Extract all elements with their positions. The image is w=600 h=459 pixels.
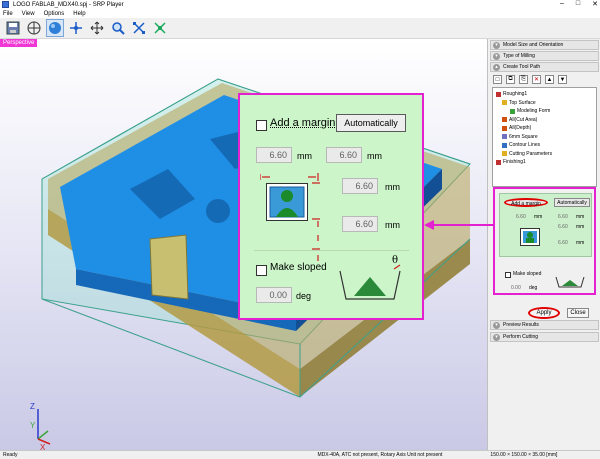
- toolbar: [0, 18, 600, 39]
- status-bar: Ready MDX-40A, ATC not present, Rotary A…: [0, 450, 600, 459]
- window-title: LOGO FABLAB_MDX40.spj - SRP Player: [13, 1, 124, 8]
- tree-item-contour-lines[interactable]: Contour Lines: [496, 141, 593, 150]
- unit-small-2: mm: [576, 214, 585, 220]
- pan-icon[interactable]: [88, 19, 106, 37]
- section-create-tool-path[interactable]: ▴ Create Tool Path: [490, 62, 599, 72]
- section-type-of-milling[interactable]: ▾ Type of Milling: [490, 51, 599, 61]
- paste-icon[interactable]: ⎘: [519, 75, 528, 84]
- tree-item-modeling-form[interactable]: Modeling Form: [496, 107, 593, 116]
- save-icon[interactable]: [4, 19, 22, 37]
- margin-diagram-small: [520, 228, 540, 246]
- status-size: 150.00 × 150.00 × 35.00 [mm]: [490, 452, 558, 458]
- margin-settings-small: Add a margin Automatically 6.60 mm 6.60 …: [499, 193, 592, 257]
- title-bar: LOGO FABLAB_MDX40.spj - SRP Player – □ ✕: [0, 0, 600, 9]
- menu-view[interactable]: View: [22, 11, 35, 17]
- margin-bottom-field[interactable]: 6.60: [342, 216, 378, 232]
- unit-small-4: mm: [576, 240, 585, 246]
- expand-icon: ▾: [493, 321, 500, 329]
- sphere-view-icon[interactable]: [46, 19, 64, 37]
- slope-diagram-small: [555, 275, 585, 289]
- window-controls: – □ ✕: [560, 0, 598, 8]
- tree-item-cut-area[interactable]: All(Cut Area): [496, 116, 593, 125]
- unit-small-1: mm: [534, 214, 543, 220]
- move-up-icon[interactable]: ▲: [545, 75, 554, 84]
- margin-side-unit: mm: [385, 182, 400, 192]
- delete-icon[interactable]: ✕: [532, 75, 541, 84]
- minimize-button[interactable]: –: [560, 0, 564, 8]
- copy-icon[interactable]: ⧉: [506, 75, 515, 84]
- margin-bottom-unit: mm: [385, 220, 400, 230]
- section-perform-cutting[interactable]: ▾ Perform Cutting: [490, 332, 599, 342]
- apply-button[interactable]: Apply: [528, 307, 560, 319]
- menu-file[interactable]: File: [3, 11, 13, 17]
- axis-z-label: Z: [30, 402, 35, 411]
- menu-help[interactable]: Help: [73, 11, 85, 17]
- angle-field[interactable]: 0.00: [256, 287, 292, 303]
- menu-options[interactable]: Options: [44, 11, 65, 17]
- zoom-icon[interactable]: [109, 19, 127, 37]
- tree-item-cutting-params[interactable]: Cutting Parameters: [496, 150, 593, 159]
- angle-small[interactable]: 0.00: [511, 285, 521, 291]
- zoom-window-icon[interactable]: [151, 19, 169, 37]
- divider: [254, 250, 409, 251]
- margin-y-small[interactable]: 6.60: [558, 214, 568, 220]
- margin-y-field[interactable]: 6.60: [326, 147, 362, 163]
- theta-label: θ: [392, 255, 399, 266]
- tree-item-finishing[interactable]: Finishing1: [496, 158, 593, 167]
- margin-y-unit: mm: [367, 151, 382, 161]
- angle-unit-small: deg: [529, 285, 538, 291]
- add-margin-checkbox[interactable]: [256, 120, 267, 131]
- tool-path-toolbar: □ ⧉ ⎘ ✕ ▲ ▼: [489, 72, 600, 87]
- section-preview-results[interactable]: ▾ Preview Results: [490, 320, 599, 330]
- margin-side-small[interactable]: 6.60: [558, 224, 568, 230]
- margin-side-field[interactable]: 6.60: [342, 178, 378, 194]
- app-icon: [2, 1, 9, 8]
- slope-diagram: θ: [336, 255, 406, 303]
- margin-x-unit: mm: [297, 151, 312, 161]
- axis-y-label: Y: [30, 421, 36, 430]
- status-left: Ready: [3, 452, 18, 458]
- tree-item-depth[interactable]: All(Depth): [496, 124, 593, 133]
- expand-icon: ▾: [493, 333, 500, 341]
- make-sloped-label: Make sloped: [270, 262, 327, 273]
- unit-small-3: mm: [576, 224, 585, 230]
- close-button[interactable]: Close: [567, 308, 589, 318]
- margin-dialog-zoomed: Add a margin Automatically 6.60 mm 6.60 …: [238, 93, 424, 320]
- margin-x-field[interactable]: 6.60: [256, 147, 292, 163]
- margin-dialog-small: Add a margin Automatically 6.60 mm 6.60 …: [493, 187, 596, 295]
- margin-x-small[interactable]: 6.60: [516, 214, 526, 220]
- margin-bottom-small[interactable]: 6.60: [558, 240, 568, 246]
- tree-item-roughing[interactable]: Roughing1: [496, 90, 593, 99]
- maximize-button[interactable]: □: [576, 0, 580, 8]
- rotate-icon[interactable]: [67, 19, 85, 37]
- collapse-icon: ▴: [493, 63, 500, 71]
- automatically-button[interactable]: Automatically: [336, 114, 406, 132]
- menu-bar: File View Options Help: [0, 9, 600, 18]
- tree-item-top-surface[interactable]: Top Surface: [496, 99, 593, 108]
- expand-icon: ▾: [493, 41, 500, 49]
- angle-unit: deg: [296, 291, 312, 301]
- axis-x-label: X: [40, 443, 46, 450]
- section-model-size[interactable]: ▾ Model Size and Orientation: [490, 40, 599, 50]
- fit-icon[interactable]: [130, 19, 148, 37]
- expand-icon: ▾: [493, 52, 500, 60]
- make-sloped-label-small: Make sloped: [513, 271, 542, 277]
- automatically-button-small[interactable]: Automatically: [554, 198, 590, 207]
- make-sloped-checkbox[interactable]: [256, 265, 267, 276]
- add-margin-checkbox-small[interactable]: Add a margin: [504, 198, 548, 207]
- tool-path-tree: Roughing1 Top Surface Modeling Form All(…: [492, 87, 597, 187]
- close-window-button[interactable]: ✕: [592, 0, 598, 8]
- new-icon[interactable]: □: [493, 75, 502, 84]
- tree-item-square[interactable]: 6mm Square: [496, 133, 593, 142]
- add-margin-label: Add a margin: [270, 117, 336, 129]
- status-machine: MDX-40A, ATC not present, Rotary Axis Un…: [317, 452, 443, 458]
- make-sloped-checkbox-small[interactable]: [505, 272, 511, 278]
- grid-icon[interactable]: [25, 19, 43, 37]
- move-down-icon[interactable]: ▼: [558, 75, 567, 84]
